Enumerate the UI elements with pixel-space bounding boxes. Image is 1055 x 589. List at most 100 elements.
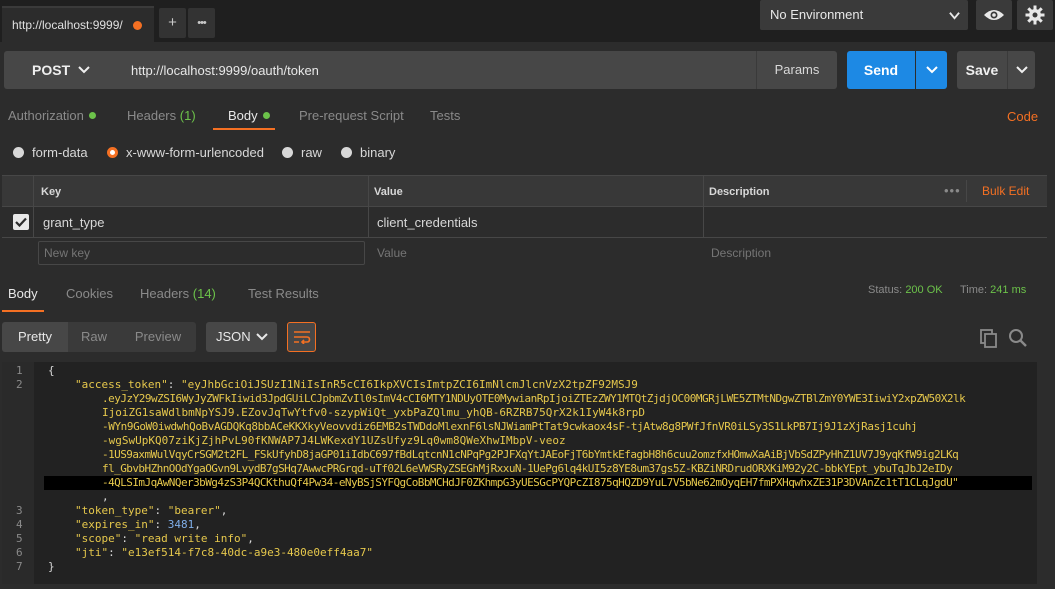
- gear-icon: [1025, 5, 1045, 25]
- json-line-jti: "jti": "e13ef514-f7c8-40dc-a9e3-480e0eff…: [75, 546, 374, 559]
- manage-environments-button[interactable]: [1017, 0, 1053, 30]
- response-tab-headers[interactable]: Headers (14): [140, 286, 216, 301]
- wrap-lines-icon: [293, 331, 310, 344]
- view-raw-button[interactable]: Raw: [68, 322, 120, 352]
- active-tab-indicator: [2, 310, 44, 312]
- new-key-input[interactable]: [38, 241, 365, 265]
- json-close-brace: }: [48, 560, 55, 573]
- column-header-value: Value: [374, 186, 403, 198]
- response-status: Status: 200 OK: [868, 284, 943, 296]
- send-options-button[interactable]: [916, 51, 947, 89]
- tab-headers-label: Headers: [127, 108, 177, 123]
- radio-circle: [341, 146, 352, 158]
- tab-prerequest-script[interactable]: Pre-request Script: [299, 108, 404, 130]
- column-header-description: Description: [709, 186, 770, 198]
- radio-urlencoded[interactable]: x-www-form-urlencoded: [107, 144, 264, 160]
- save-button[interactable]: Save: [957, 51, 1007, 89]
- tab-headers[interactable]: Headers (1): [127, 108, 196, 130]
- method-select-value: POST: [32, 62, 71, 78]
- request-tab-title: http://localhost:9999/: [12, 18, 123, 32]
- radio-circle: [282, 146, 293, 158]
- status-label: Status:: [868, 284, 903, 296]
- row-enabled-checkbox[interactable]: [13, 214, 29, 230]
- line-number: 6: [16, 546, 23, 559]
- json-string: IjoiZG1saWdlbmNpYSJ9.EZovJqTwYtfv0-szypW…: [102, 406, 646, 419]
- copy-response-button[interactable]: [979, 328, 999, 351]
- format-select[interactable]: JSON: [206, 322, 277, 352]
- chevron-down-icon: [1015, 66, 1028, 74]
- json-key: "scope": [75, 532, 122, 545]
- search-response-button[interactable]: [1008, 328, 1028, 351]
- wrap-lines-button[interactable]: [287, 322, 316, 352]
- json-string: -1US9axmWulVqyCrSGM2t2FL_FSkUfyhD8jaGP01…: [102, 448, 959, 461]
- quick-look-button[interactable]: [976, 0, 1012, 30]
- response-tab-test-results[interactable]: Test Results: [248, 286, 319, 301]
- radio-binary-label: binary: [360, 144, 396, 160]
- response-tab-cookies[interactable]: Cookies: [66, 286, 113, 301]
- view-pretty-button[interactable]: Pretty: [2, 322, 68, 352]
- response-tab-headers-label: Headers: [140, 286, 190, 301]
- unsaved-dot-icon: [133, 21, 142, 30]
- line-number: 7: [16, 560, 23, 573]
- radio-raw[interactable]: raw: [282, 144, 322, 160]
- tab-more-button[interactable]: •••: [188, 8, 215, 38]
- more-options-icon[interactable]: •••: [944, 183, 961, 198]
- json-key: "access_token": [75, 378, 168, 391]
- json-line-expires-in: "expires_in": 3481,: [75, 518, 201, 531]
- new-description-input[interactable]: [706, 241, 1026, 265]
- save-options-button[interactable]: [1007, 51, 1035, 89]
- radio-form-data[interactable]: form-data: [13, 144, 88, 160]
- radio-circle-selected: [107, 146, 118, 158]
- json-line-access-token: "access_token": "eyJhbGciOiJSUzI1NiIsInR…: [75, 378, 638, 391]
- environment-select-value: No Environment: [770, 7, 864, 22]
- radio-binary[interactable]: binary: [341, 144, 395, 160]
- copy-icon: [980, 329, 997, 348]
- tab-body[interactable]: Body: [228, 108, 270, 130]
- response-time: Time: 241 ms: [960, 284, 1026, 296]
- chevron-down-icon: [949, 12, 960, 20]
- format-select-value: JSON: [216, 329, 251, 344]
- new-value-input[interactable]: [372, 241, 692, 265]
- json-line-token-type: "token_type": "bearer",: [75, 504, 228, 517]
- json-string: .eyJzY29wZSI6WyJyZWFkIiwid3JpdGUiLCJpbmZ…: [102, 392, 966, 405]
- method-select[interactable]: POST: [4, 51, 119, 89]
- tab-tests[interactable]: Tests: [430, 108, 460, 130]
- json-string: "eyJhbGciOiJSUzI1NiIsInR5cCI6IkpXVCIsImt…: [180, 378, 638, 391]
- new-tab-button[interactable]: +: [159, 8, 186, 38]
- view-preview-button[interactable]: Preview: [120, 322, 196, 352]
- radio-raw-label: raw: [301, 144, 322, 160]
- vertical-scrollbar[interactable]: [1037, 362, 1047, 584]
- json-key: "expires_in": [75, 518, 155, 531]
- response-tab-headers-count: (14): [192, 286, 216, 301]
- row-key[interactable]: grant_type: [43, 215, 104, 230]
- json-key: "jti": [75, 546, 109, 559]
- json-string: -WYn9GoW0iwdwhQoBvAGDQKq8bbACeKKXkyVeovv…: [102, 420, 918, 433]
- radio-urlencoded-label: x-www-form-urlencoded: [126, 144, 264, 160]
- check-icon: [15, 217, 27, 227]
- line-number: 4: [16, 518, 23, 531]
- response-tab-body[interactable]: Body: [8, 286, 38, 301]
- request-tab[interactable]: http://localhost:9999/: [2, 6, 154, 42]
- status-dot-icon: [262, 112, 270, 119]
- column-header-key: Key: [41, 186, 62, 198]
- json-string: "bearer": [167, 504, 221, 517]
- line-number: 5: [16, 532, 23, 545]
- bulk-edit-link[interactable]: Bulk Edit: [982, 184, 1029, 198]
- url-input[interactable]: [119, 51, 756, 89]
- json-line-scope: "scope": "read write info",: [75, 532, 254, 545]
- json-string: -wgSwUpKQ07ziKjZjhPvL90fKNWAP7J4LWKexdY1…: [102, 434, 566, 447]
- tab-headers-count: (1): [179, 108, 196, 123]
- tab-authorization[interactable]: Authorization: [8, 108, 96, 130]
- params-button[interactable]: Params: [756, 51, 837, 89]
- code-link[interactable]: Code: [1007, 109, 1038, 124]
- chevron-down-icon: [925, 66, 938, 74]
- tab-body-label: Body: [228, 108, 258, 123]
- status-value: 200 OK: [905, 284, 943, 296]
- tab-authorization-label: Authorization: [8, 108, 84, 123]
- column-divider: [966, 180, 967, 202]
- environment-select[interactable]: No Environment: [760, 0, 968, 30]
- send-button[interactable]: Send: [847, 51, 915, 89]
- eye-icon: [984, 10, 1004, 20]
- line-number: 3: [16, 504, 23, 517]
- row-value[interactable]: client_credentials: [377, 215, 477, 230]
